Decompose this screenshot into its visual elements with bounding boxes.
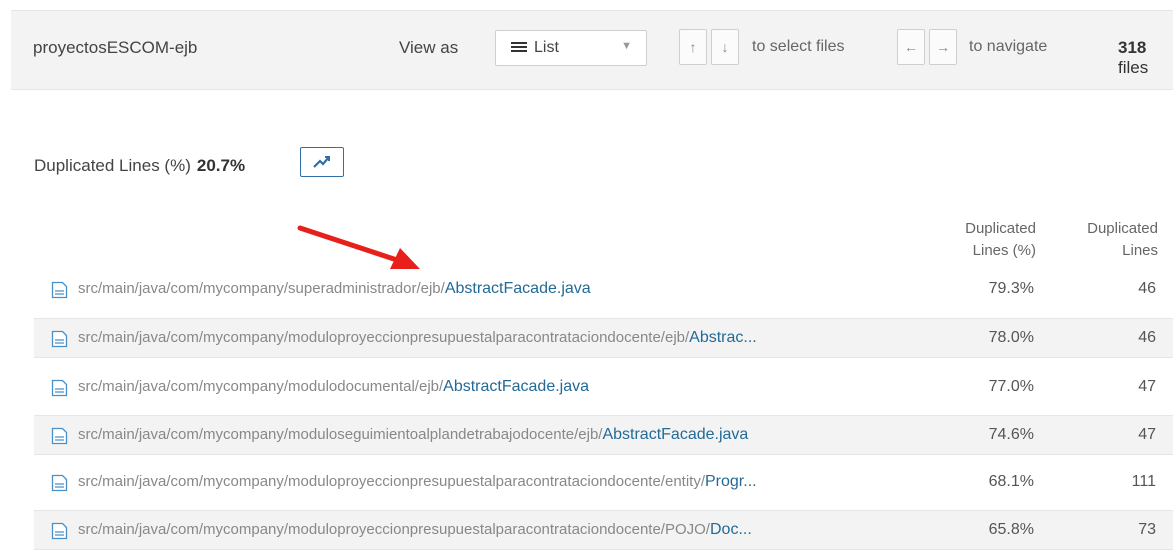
- component-navigator-bar: proyectosESCOM-ejb View as List ▼ ↑ ↓ to…: [11, 10, 1173, 90]
- view-mode-select[interactable]: List ▼: [495, 30, 647, 66]
- table-row[interactable]: src/main/java/com/mycompany/moduloproyec…: [34, 510, 1173, 550]
- file-icon: [51, 474, 68, 492]
- duplicated-lines-pct: 65.8%: [988, 521, 1034, 538]
- file-dir: src/main/java/com/mycompany/moduloproyec…: [78, 473, 705, 490]
- table-row[interactable]: src/main/java/com/mycompany/superadminis…: [34, 270, 1173, 310]
- file-dir: src/main/java/com/mycompany/superadminis…: [78, 280, 445, 297]
- file-path[interactable]: src/main/java/com/mycompany/moduloseguim…: [78, 426, 748, 444]
- metric-value: 20.7%: [196, 156, 246, 175]
- history-button[interactable]: [300, 147, 344, 177]
- file-name-link[interactable]: Abstrac...: [689, 329, 757, 346]
- duplicated-lines-pct: 74.6%: [988, 426, 1034, 443]
- file-path[interactable]: src/main/java/com/mycompany/moduloproyec…: [78, 329, 757, 347]
- table-row[interactable]: src/main/java/com/mycompany/moduloseguim…: [34, 415, 1173, 455]
- file-path[interactable]: src/main/java/com/mycompany/moduloproyec…: [78, 521, 752, 539]
- file-name-link[interactable]: AbstractFacade.java: [443, 378, 589, 395]
- file-dir: src/main/java/com/mycompany/modulodocume…: [78, 378, 444, 395]
- column-header-line: Duplicated: [965, 220, 1036, 237]
- arrow-down-key: ↓: [711, 29, 739, 65]
- duplicated-lines: 46: [1138, 280, 1156, 297]
- duplicated-lines-pct: 78.0%: [988, 329, 1034, 346]
- duplicated-lines-pct: 68.1%: [988, 473, 1034, 490]
- duplicated-lines: 73: [1138, 521, 1156, 538]
- file-icon: [51, 330, 68, 348]
- metric-label: Duplicated Lines (%): [34, 156, 191, 175]
- column-header-duplicated-lines-pct[interactable]: Duplicated Lines (%): [946, 218, 1036, 262]
- project-name[interactable]: proyectosESCOM-ejb: [33, 38, 197, 58]
- files-count-label: files: [1118, 58, 1149, 77]
- trend-line-icon: [313, 156, 330, 168]
- file-name-link[interactable]: Progr...: [705, 473, 757, 490]
- files-count: 318 files: [1118, 38, 1173, 78]
- file-name-link[interactable]: AbstractFacade.java: [602, 426, 748, 443]
- column-header-line: Duplicated: [1087, 220, 1158, 237]
- table-row[interactable]: src/main/java/com/mycompany/moduloproyec…: [34, 463, 1173, 503]
- table-row[interactable]: src/main/java/com/mycompany/modulodocume…: [34, 368, 1173, 408]
- duplicated-lines: 46: [1138, 329, 1156, 346]
- file-path[interactable]: src/main/java/com/mycompany/moduloproyec…: [78, 473, 757, 491]
- file-path[interactable]: src/main/java/com/mycompany/superadminis…: [78, 280, 591, 298]
- view-as-label: View as: [399, 38, 459, 57]
- file-icon: [51, 522, 68, 540]
- column-header-duplicated-lines[interactable]: Duplicated Lines: [1066, 218, 1158, 262]
- chevron-down-icon: ▼: [621, 40, 632, 52]
- file-dir: src/main/java/com/mycompany/moduloproyec…: [78, 521, 710, 538]
- metric-header: Duplicated Lines (%) 20.7%: [34, 156, 245, 176]
- duplicated-lines-pct: 79.3%: [988, 280, 1034, 297]
- file-name-link[interactable]: AbstractFacade.java: [445, 280, 591, 297]
- duplicated-lines: 47: [1138, 426, 1156, 443]
- column-header-line: Lines (%): [972, 242, 1036, 259]
- file-dir: src/main/java/com/mycompany/moduloseguim…: [78, 426, 603, 443]
- file-path[interactable]: src/main/java/com/mycompany/modulodocume…: [78, 378, 589, 396]
- file-dir: src/main/java/com/mycompany/moduloproyec…: [78, 329, 690, 346]
- view-mode-value: List: [534, 39, 559, 56]
- arrow-right-key: →: [929, 29, 957, 65]
- files-count-value: 318: [1118, 38, 1147, 57]
- duplicated-lines-pct: 77.0%: [988, 378, 1034, 395]
- duplicated-lines: 111: [1131, 473, 1156, 490]
- arrow-up-key: ↑: [679, 29, 707, 65]
- file-name-link[interactable]: Doc...: [710, 521, 752, 538]
- red-annotation-arrow-icon: [297, 225, 420, 269]
- list-icon: [511, 42, 527, 55]
- file-icon: [51, 281, 68, 299]
- navigate-hint: to navigate: [969, 38, 1048, 55]
- duplicated-lines: 47: [1138, 378, 1156, 395]
- column-header-line: Lines: [1122, 242, 1158, 259]
- file-icon: [51, 427, 68, 445]
- arrow-left-key: ←: [897, 29, 925, 65]
- table-row[interactable]: src/main/java/com/mycompany/moduloproyec…: [34, 318, 1173, 358]
- select-files-hint: to select files: [752, 38, 845, 55]
- file-icon: [51, 379, 68, 397]
